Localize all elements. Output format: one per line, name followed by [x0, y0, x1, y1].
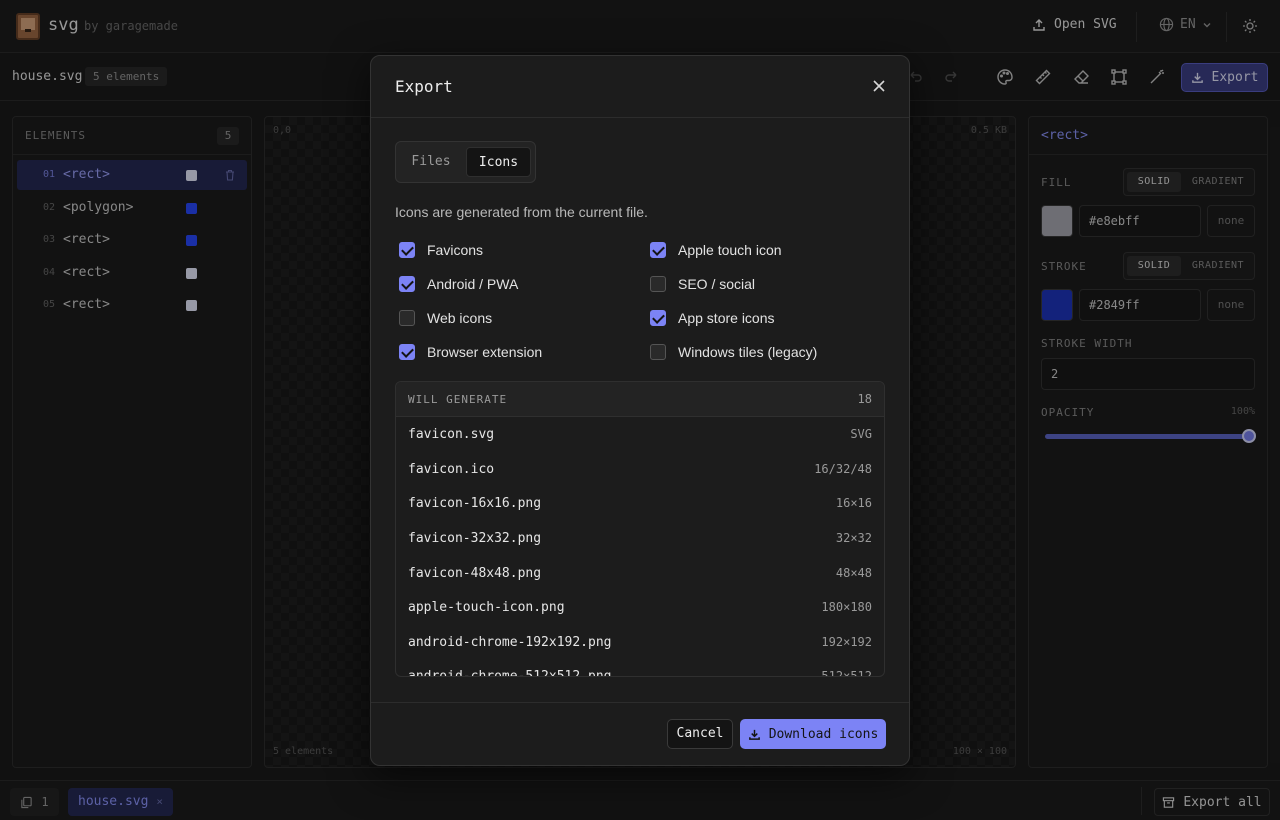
option-label: SEO / social [678, 276, 756, 292]
checkbox[interactable] [650, 310, 666, 326]
file-name: favicon.ico [408, 462, 495, 477]
dialog-title: Export [395, 77, 453, 96]
will-generate-count: 18 [857, 392, 872, 406]
option-label: Apple touch icon [678, 242, 782, 258]
file-name: android-chrome-512x512.png [408, 669, 612, 677]
file-size: 180×180 [821, 600, 872, 614]
option-apple-touch-icon[interactable]: Apple touch icon [650, 242, 782, 258]
file-name: favicon.svg [408, 427, 495, 442]
option-label: Favicons [427, 242, 484, 258]
tab-files[interactable]: Files [401, 147, 461, 177]
option-label: App store icons [678, 310, 775, 326]
list-item: favicon-16x16.png 16×16 [396, 486, 884, 520]
option-app-store-icons[interactable]: App store icons [650, 310, 775, 326]
option-windows-tiles[interactable]: Windows tiles (legacy) [650, 344, 817, 360]
dialog-footer: Cancel Download icons [371, 702, 909, 765]
option-label: Browser extension [427, 344, 543, 360]
file-size: 32×32 [835, 531, 872, 545]
list-item: favicon.ico 16/32/48 [396, 452, 884, 486]
checkbox[interactable] [399, 344, 415, 360]
checkbox[interactable] [650, 276, 666, 292]
list-item: android-chrome-192x192.png 192×192 [396, 625, 884, 659]
dialog-header: Export [371, 56, 909, 118]
file-name: favicon-48x48.png [408, 566, 542, 581]
option-android-pwa[interactable]: Android / PWA [399, 276, 518, 292]
list-item: favicon.svg SVG [396, 417, 884, 451]
list-item: favicon-48x48.png 48×48 [396, 556, 884, 590]
close-icon[interactable] [871, 78, 887, 94]
download-icons-label: Download icons [768, 726, 879, 742]
will-generate-header: WILL GENERATE 18 [396, 382, 884, 417]
will-generate-list[interactable]: WILL GENERATE 18 favicon.svg SVG favicon… [395, 381, 885, 677]
checkbox[interactable] [399, 310, 415, 326]
file-size: 512×512 [821, 669, 872, 677]
checkbox[interactable] [399, 276, 415, 292]
cancel-button[interactable]: Cancel [667, 719, 733, 749]
list-item: apple-touch-icon.png 180×180 [396, 590, 884, 624]
file-name: favicon-16x16.png [408, 496, 542, 511]
checkbox[interactable] [650, 242, 666, 258]
file-size: 192×192 [821, 635, 872, 649]
download-icon [748, 729, 760, 740]
tab-icons[interactable]: Icons [466, 147, 531, 177]
download-icons-button[interactable]: Download icons [740, 719, 886, 749]
icons-description: Icons are generated from the current fil… [395, 204, 648, 220]
file-size: 16×16 [835, 496, 872, 510]
option-favicons[interactable]: Favicons [399, 242, 483, 258]
list-item: android-chrome-512x512.png 512×512 [396, 659, 884, 677]
option-web-icons[interactable]: Web icons [399, 310, 492, 326]
file-name: apple-touch-icon.png [408, 600, 565, 615]
option-browser-extension[interactable]: Browser extension [399, 344, 542, 360]
option-label: Web icons [427, 310, 493, 326]
list-item: favicon-32x32.png 32×32 [396, 521, 884, 555]
file-name: favicon-32x32.png [408, 531, 542, 546]
file-size: 48×48 [835, 566, 872, 580]
file-size: 16/32/48 [814, 462, 872, 476]
option-seo-social[interactable]: SEO / social [650, 276, 755, 292]
will-generate-label: WILL GENERATE [408, 393, 508, 406]
option-label: Windows tiles (legacy) [678, 344, 818, 360]
option-label: Android / PWA [427, 276, 519, 292]
export-tabs: Files Icons [395, 141, 536, 183]
file-size: SVG [850, 427, 872, 441]
file-name: android-chrome-192x192.png [408, 635, 612, 650]
export-dialog: Export Files Icons Icons are generated f… [370, 55, 910, 766]
checkbox[interactable] [650, 344, 666, 360]
checkbox[interactable] [399, 242, 415, 258]
